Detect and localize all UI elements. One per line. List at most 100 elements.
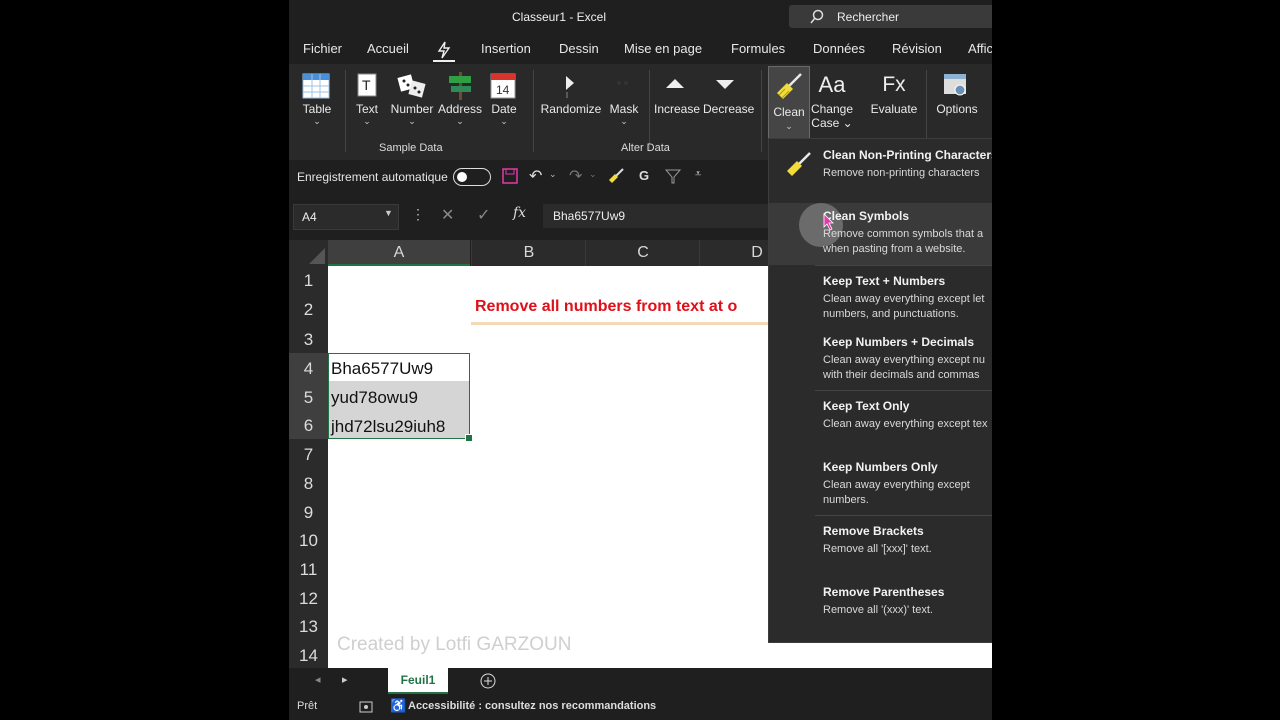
filter-icon[interactable] (664, 167, 682, 185)
scroll-right-icon[interactable]: ▸ (342, 673, 348, 686)
ribbon-divider (345, 70, 346, 152)
chevron-down-icon[interactable]: ⌄ (549, 169, 557, 180)
menu-item-keep-numbers-decimals[interactable]: Keep Numbers + Decimals Clean away every… (769, 329, 992, 391)
calendar-day-number: 14 (496, 83, 510, 97)
broom-small-icon[interactable] (607, 167, 625, 185)
tab-revision[interactable]: Révision (892, 41, 942, 56)
group-sample-data: Sample Data (379, 142, 443, 154)
enter-icon[interactable]: ✓ (477, 205, 490, 225)
chevron-down-icon[interactable]: ⌄ (589, 169, 597, 180)
randomize-label: Randomize (540, 102, 602, 116)
macro-record-icon[interactable] (359, 700, 373, 714)
row-header-10[interactable]: 10 (289, 525, 328, 554)
menu-divider (815, 265, 992, 266)
row-header-13[interactable]: 13 (289, 611, 328, 640)
menu-item-keep-text-numbers[interactable]: Keep Text + Numbers Clean away everythin… (769, 267, 992, 329)
menu-item-desc: Clean away everything except (823, 479, 970, 491)
broom-icon (777, 73, 802, 99)
formula-value: Bha6577Uw9 (553, 209, 626, 223)
name-box[interactable]: A4 ▼ (293, 204, 399, 230)
column-header-b[interactable]: B (471, 240, 586, 266)
address-button[interactable]: Address ⌄ (437, 68, 483, 138)
menu-item-clean-non-printing[interactable]: Clean Non-Printing Characters Remove non… (769, 139, 992, 201)
caret-right-icon (566, 76, 574, 98)
randomize-button[interactable]: Randomize (539, 68, 603, 138)
status-bar: Prêt ♿ Accessibilité : consultez nos rec… (289, 694, 992, 720)
date-button[interactable]: 14 Date ⌄ (487, 68, 521, 138)
row-header-2[interactable]: 2 (289, 295, 328, 324)
text-button[interactable]: T Text ⌄ (351, 68, 383, 138)
menu-item-remove-brackets[interactable]: Remove Brackets Remove all '[xxx]' text. (769, 517, 992, 579)
tab-accueil[interactable]: Accueil (367, 41, 409, 56)
row-header-6[interactable]: 6 (289, 410, 328, 439)
title-bar: Classeur1 - Excel Rechercher (289, 0, 992, 34)
lightning-tab-icon[interactable] (435, 41, 453, 59)
row-header-3[interactable]: 3 (289, 324, 328, 353)
row-header-12[interactable]: 12 (289, 583, 328, 611)
table-button[interactable]: Table ⌄ (299, 68, 335, 138)
tab-donnees[interactable]: Données (813, 41, 865, 56)
menu-item-title: Keep Numbers + Decimals (823, 335, 975, 349)
menu-item-remove-parentheses[interactable]: Remove Parentheses Remove all '(xxx)' te… (769, 579, 992, 641)
search-box[interactable]: Rechercher (789, 5, 992, 28)
tab-insertion[interactable]: Insertion (481, 41, 531, 56)
number-button[interactable]: Number ⌄ (389, 68, 435, 138)
select-all-corner[interactable] (289, 240, 328, 266)
row-header-4[interactable]: 4 (289, 353, 328, 382)
row-header-8[interactable]: 8 (289, 468, 328, 497)
options-button[interactable]: Options (932, 68, 982, 138)
menu-item-keep-text-only[interactable]: Keep Text Only Clean away everything exc… (769, 391, 992, 453)
change-case-button[interactable]: Aa Change Case ⌄ (809, 68, 855, 138)
fill-handle[interactable] (465, 434, 473, 442)
save-icon[interactable] (502, 168, 518, 184)
mouse-cursor-icon (823, 213, 834, 231)
decrease-button[interactable]: Decrease (703, 68, 754, 138)
g-icon[interactable]: G (639, 168, 649, 183)
redo-icon[interactable]: ↷ (569, 166, 582, 186)
evaluate-button[interactable]: Fx Evaluate (869, 68, 919, 138)
chevron-down-icon: ⌄ (408, 116, 416, 126)
mask-button[interactable]: Mask ⌄ (605, 68, 643, 138)
row-header-14[interactable]: 14 (289, 640, 328, 668)
sheet-tab-feuil1[interactable]: Feuil1 (388, 668, 448, 694)
row-header-5[interactable]: 5 (289, 382, 328, 410)
customize-toolbar-icon[interactable]: ⩡ (695, 168, 701, 181)
undo-icon[interactable]: ↶ (529, 166, 542, 186)
row-header-9[interactable]: 9 (289, 497, 328, 525)
cell-a4[interactable]: Bha6577Uw9 (331, 359, 433, 379)
add-sheet-icon[interactable] (480, 673, 496, 689)
caret-down-icon: ▼ (384, 208, 393, 218)
row-header-7[interactable]: 7 (289, 439, 328, 468)
tab-affichage[interactable]: Affic (968, 41, 992, 56)
row-header-1[interactable]: 1 (289, 266, 328, 295)
accessibility-status[interactable]: Accessibilité : consultez nos recommanda… (408, 700, 656, 712)
cell-a6[interactable]: jhd72lsu29iuh8 (331, 417, 445, 437)
evaluate-label: Evaluate (870, 102, 918, 116)
tab-mise-en-page[interactable]: Mise en page (624, 41, 702, 56)
chevron-down-icon: ⌄ (500, 116, 508, 126)
clean-button[interactable]: Clean ⌄ (768, 66, 810, 140)
menu-item-clean-symbols[interactable]: Clean Symbols Remove common symbols that… (769, 203, 992, 265)
table-icon (302, 73, 330, 99)
autosave-toggle[interactable] (453, 168, 491, 186)
cancel-icon[interactable]: ✕ (441, 205, 454, 225)
menu-item-desc: with their decimals and commas (823, 369, 980, 381)
more-options-icon[interactable]: ⋮ (411, 206, 425, 223)
chevron-down-icon: ⌄ (313, 116, 321, 126)
accessibility-icon[interactable]: ♿ (390, 698, 406, 714)
calendar-icon: 14 (490, 73, 516, 99)
address-label: Address (437, 102, 483, 116)
cell-a5[interactable]: yud78owu9 (331, 388, 418, 408)
menu-item-keep-numbers-only[interactable]: Keep Numbers Only Clean away everything … (769, 453, 992, 515)
tab-formules[interactable]: Formules (731, 41, 785, 56)
insert-function-icon[interactable]: fx (513, 205, 526, 221)
window-title: Classeur1 - Excel (511, 10, 607, 24)
scroll-left-icon[interactable]: ◂ (315, 673, 321, 686)
column-header-a[interactable]: A (328, 240, 470, 266)
tab-dessin[interactable]: Dessin (559, 41, 599, 56)
row-header-11[interactable]: 11 (289, 554, 328, 583)
tab-fichier[interactable]: Fichier (303, 41, 342, 56)
increase-button[interactable]: Increase (653, 68, 701, 138)
headline-underline (471, 322, 771, 325)
column-header-c[interactable]: C (585, 240, 700, 266)
